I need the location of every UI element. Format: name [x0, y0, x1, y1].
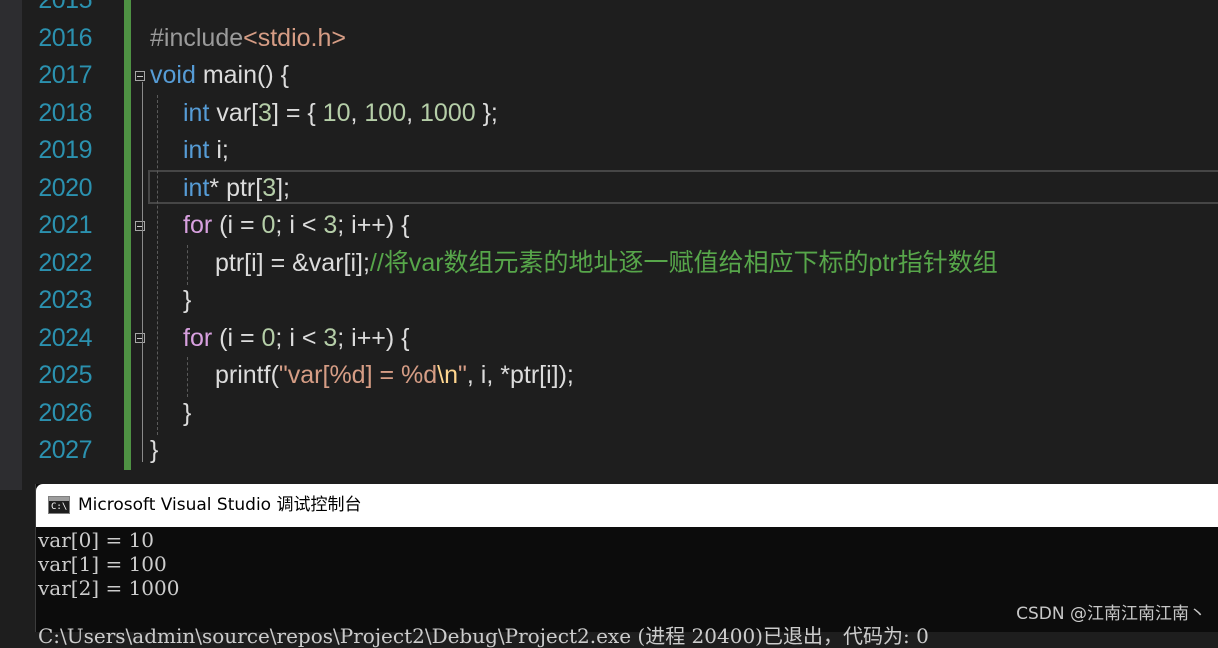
- code-token: 3: [258, 98, 272, 127]
- code-text[interactable]: }: [183, 395, 191, 432]
- code-token: ] = {: [271, 98, 323, 127]
- code-token: ; i++) {: [337, 211, 410, 239]
- code-token: 3: [262, 173, 277, 202]
- code-line[interactable]: 2025 printf("var[%d] = %d\n", i, *ptr[i])…: [0, 357, 1218, 394]
- code-token: ptr[i] = &var[i];: [215, 248, 370, 277]
- code-text[interactable]: int i;: [183, 132, 229, 169]
- line-number: 2015: [38, 0, 92, 14]
- line-number: 2027: [38, 436, 92, 464]
- code-text[interactable]: for (i = 0; i < 3; i++) {: [183, 320, 410, 357]
- console-output-line: var[0] = 10: [38, 528, 155, 552]
- code-token: 0: [261, 211, 276, 239]
- code-token: int: [183, 173, 210, 202]
- code-editor[interactable]: 2015 2016 #include<stdio.h> 2017 void main()…: [0, 0, 1218, 490]
- code-token: ": [458, 361, 467, 389]
- code-token: 1000: [420, 98, 476, 127]
- code-line[interactable]: 2023}: [0, 282, 1218, 319]
- console-app-icon: C:\: [48, 496, 70, 514]
- code-token: (i =: [212, 323, 262, 352]
- code-token: , i, *ptr[i]);: [466, 361, 574, 389]
- fold-region-line: [142, 232, 143, 310]
- code-token: ,: [406, 98, 421, 127]
- console-output-line: var[1] = 100: [38, 552, 167, 576]
- code-token: 100: [364, 98, 407, 127]
- indent-guide: [187, 245, 188, 285]
- code-token: 10: [322, 98, 351, 127]
- line-number: 2016: [38, 23, 92, 52]
- code-token: "var[%d] = %d: [278, 361, 438, 389]
- code-text[interactable]: }: [183, 282, 191, 319]
- code-line[interactable]: 2022 ptr[i] = &var[i];//将var数组元素的地址逐一赋值给相…: [0, 245, 1218, 282]
- code-token: };: [475, 98, 498, 127]
- code-token: }: [183, 398, 192, 427]
- console-title: Microsoft Visual Studio 调试控制台: [78, 495, 362, 515]
- code-line[interactable]: 2019 int i;: [0, 132, 1218, 169]
- code-token: for: [183, 323, 213, 352]
- fold-region-line: [142, 344, 143, 422]
- code-token: ; i <: [275, 211, 324, 239]
- line-number: 2026: [38, 398, 92, 427]
- code-token: \n: [437, 361, 459, 389]
- code-text[interactable]: for (i = 0; i < 3; i++) {: [183, 207, 410, 244]
- code-line[interactable]: 2015: [0, 0, 1218, 19]
- console-icon-text: C:\: [51, 502, 68, 512]
- code-token: printf(: [215, 361, 279, 389]
- console-output-line: C:\Users\admin\source\repos\Project2\Deb…: [38, 624, 929, 648]
- code-text[interactable]: }: [150, 432, 158, 469]
- code-token: i;: [209, 136, 229, 164]
- code-token: for: [183, 211, 213, 239]
- code-line[interactable]: 2016 #include<stdio.h>: [0, 20, 1218, 57]
- code-line[interactable]: 2024 for (i = 0; i < 3; i++) {: [0, 320, 1218, 357]
- code-token: int: [183, 98, 210, 127]
- code-token: 3: [323, 211, 338, 239]
- line-number: 2021: [38, 211, 92, 239]
- code-token: }: [183, 286, 192, 314]
- line-number: 2022: [38, 248, 92, 277]
- code-token: main() {: [195, 61, 289, 89]
- code-token: //将var数组元素的地址逐一赋值给相应下标的ptr指针数组: [369, 248, 998, 277]
- console-titlebar[interactable]: C:\ Microsoft Visual Studio 调试控制台: [36, 484, 1218, 527]
- console-output-line: var[2] = 1000: [38, 576, 180, 600]
- code-text[interactable]: ptr[i] = &var[i];//将var数组元素的地址逐一赋值给相应下标的…: [215, 245, 998, 282]
- code-token: void: [150, 61, 196, 89]
- code-token: 3: [323, 323, 338, 352]
- code-line[interactable]: 2020 int* ptr[3];: [0, 170, 1218, 207]
- fold-toggle-icon[interactable]: [135, 221, 145, 231]
- code-text[interactable]: #include<stdio.h>: [150, 20, 346, 57]
- watermark: CSDN @江南江南江南丶: [1016, 604, 1206, 624]
- code-token: ; i <: [275, 323, 324, 352]
- code-token: int: [183, 136, 210, 164]
- code-line[interactable]: 2026}: [0, 395, 1218, 432]
- code-line[interactable]: 2018 int var[3] = { 10, 100, 1000 };: [0, 95, 1218, 132]
- line-number: 2019: [38, 136, 92, 164]
- line-number: 2018: [38, 98, 92, 127]
- code-token: #include: [150, 23, 244, 52]
- code-text[interactable]: void main() {: [150, 57, 289, 94]
- code-token: * ptr[: [209, 173, 263, 202]
- code-line[interactable]: 2021 for (i = 0; i < 3; i++) {: [0, 207, 1218, 244]
- fold-toggle-icon[interactable]: [135, 71, 145, 81]
- code-line[interactable]: 2027}: [0, 432, 1218, 469]
- indent-guide: [157, 95, 158, 435]
- code-line[interactable]: 2017 void main() {: [0, 57, 1218, 94]
- code-token: }: [150, 436, 159, 464]
- line-number: 2017: [38, 61, 92, 89]
- code-token: ];: [276, 173, 291, 202]
- code-text[interactable]: printf("var[%d] = %d\n", i, *ptr[i]);: [215, 357, 574, 394]
- line-number: 2023: [38, 286, 92, 314]
- code-token: ; i++) {: [337, 323, 410, 352]
- code-token: var[: [209, 98, 259, 127]
- code-token: <stdio.h>: [243, 23, 346, 52]
- line-number: 2025: [38, 361, 92, 389]
- code-token: (i =: [212, 211, 262, 239]
- code-text[interactable]: int var[3] = { 10, 100, 1000 };: [183, 95, 498, 132]
- fold-toggle-icon[interactable]: [135, 333, 145, 343]
- indent-guide: [187, 357, 188, 397]
- line-number: 2020: [38, 173, 92, 202]
- code-token: 0: [261, 323, 276, 352]
- code-text[interactable]: int* ptr[3];: [183, 170, 290, 207]
- line-number: 2024: [38, 323, 92, 352]
- code-token: ,: [350, 98, 365, 127]
